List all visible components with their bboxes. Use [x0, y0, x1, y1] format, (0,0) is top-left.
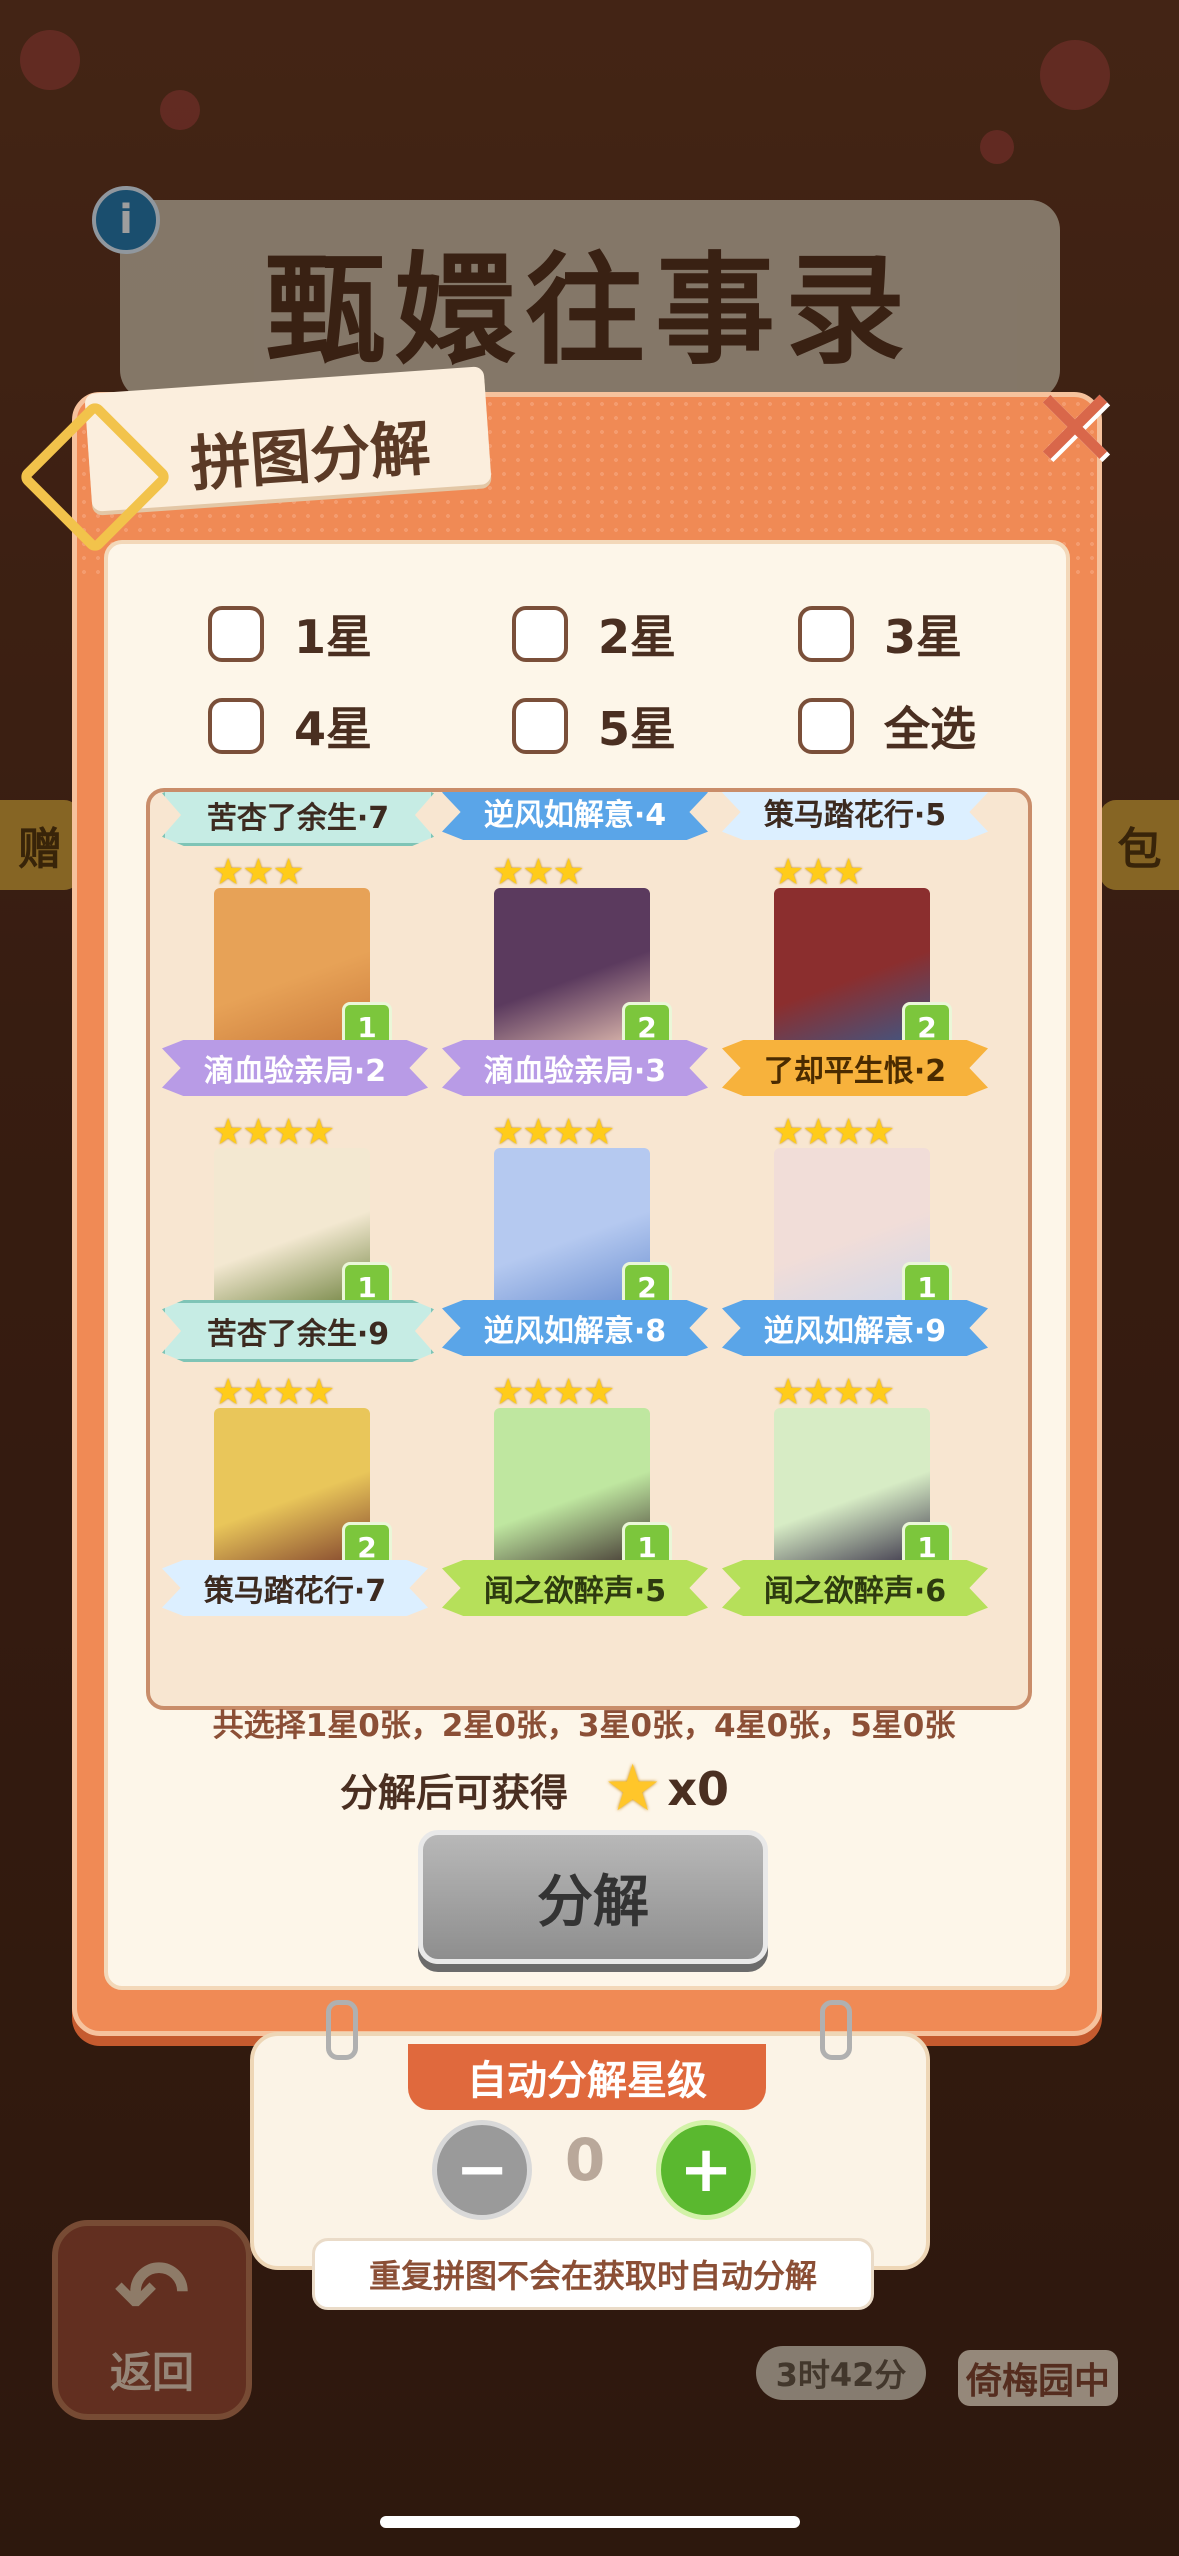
puzzle-piece-card[interactable]: ★★★ 2 滴血验亲局·3: [442, 852, 712, 1112]
puzzle-piece-card[interactable]: ★★★★ 1 苦杏了余生·9: [162, 1112, 434, 1372]
puzzle-piece-card[interactable]: ★★★★ 2 逆风如解意·8: [442, 1112, 712, 1372]
star-rating-icon: ★★★★: [212, 1372, 335, 1413]
home-indicator: [380, 2516, 800, 2528]
filter-checkbox[interactable]: [208, 698, 264, 754]
puzzle-piece-card[interactable]: ★★★★ 1 闻之欲醉声·6: [722, 1372, 992, 1632]
filter-4-star[interactable]: 4星: [208, 694, 372, 758]
filter-label: 5星: [598, 702, 677, 756]
filter-checkbox[interactable]: [512, 606, 568, 662]
filter-label: 全选: [884, 702, 976, 756]
increase-level-button[interactable]: +: [656, 2120, 756, 2220]
star-rating-icon: ★★★★: [772, 1372, 895, 1413]
star-rating-icon: ★★★★: [212, 1112, 335, 1153]
puzzle-piece-card[interactable]: ★★★ 1 滴血验亲局·2: [162, 852, 432, 1112]
filter-checkbox[interactable]: [798, 606, 854, 662]
selection-summary: 共选择1星0张，2星0张，3星0张，4星0张，5星0张: [212, 1708, 956, 1744]
binder-ring-icon: [820, 2000, 852, 2060]
filter-1-star[interactable]: 1星: [208, 602, 372, 666]
piece-name-banner: 逆风如解意·9: [722, 1300, 988, 1356]
reward-multiplier: x0: [667, 1762, 730, 1816]
close-icon: ✕: [1028, 365, 1122, 493]
filter-label: 2星: [598, 610, 677, 664]
filter-checkbox[interactable]: [798, 698, 854, 754]
piece-name-banner: 策马踏花行·7: [162, 1560, 428, 1616]
puzzle-piece-card[interactable]: 苦杏了余生·7: [162, 792, 434, 856]
puzzle-piece-card[interactable]: ★★★ 2 了却平生恨·2: [722, 852, 992, 1112]
piece-name-banner: 策马踏花行·5: [722, 792, 988, 840]
filter-label: 1星: [294, 610, 373, 664]
dialog-title: 拼图分解: [188, 413, 433, 501]
filter-label: 4星: [294, 702, 373, 756]
reward-label: 分解后可获得: [340, 1770, 569, 1815]
star-rating-icon: ★★★: [212, 852, 305, 893]
auto-decompose-tip: 重复拼图不会在获取时自动分解: [312, 2238, 874, 2310]
puzzle-piece-card[interactable]: ★★★★ 1 闻之欲醉声·5: [442, 1372, 712, 1632]
decompose-button[interactable]: 分解: [418, 1830, 768, 1964]
piece-name-banner: 逆风如解意·4: [442, 792, 708, 840]
puzzle-grid[interactable]: 苦杏了余生·7 逆风如解意·4 策马踏花行·5 ★★★ 1 滴血验亲局·2 ★★★ 2 滴血验亲…: [146, 788, 1032, 1710]
binder-ring-icon: [326, 2000, 358, 2060]
piece-name-banner: 苦杏了余生·7: [162, 792, 434, 846]
auto-level-value: 0: [564, 2126, 606, 2194]
star-rating-icon: ★★★★: [772, 1112, 895, 1153]
auto-decompose-header: 自动分解星级: [408, 2044, 766, 2110]
filter-label: 3星: [884, 610, 963, 664]
piece-name-banner: 闻之欲醉声·5: [442, 1560, 708, 1616]
piece-name-banner: 逆风如解意·8: [442, 1300, 708, 1356]
puzzle-piece-card[interactable]: ★★★★ 1 逆风如解意·9: [722, 1112, 992, 1372]
puzzle-piece-card[interactable]: ★★★★ 2 策马踏花行·7: [162, 1372, 432, 1632]
filter-5-star[interactable]: 5星: [512, 694, 676, 758]
piece-name-banner: 滴血验亲局·3: [442, 1040, 708, 1096]
decrease-level-button[interactable]: −: [432, 2120, 532, 2220]
star-rating-icon: ★★★★: [492, 1112, 615, 1153]
piece-name-banner: 苦杏了余生·9: [162, 1300, 434, 1362]
piece-name-banner: 滴血验亲局·2: [162, 1040, 428, 1096]
puzzle-piece-card[interactable]: 策马踏花行·5: [722, 792, 992, 856]
star-rating-icon: ★★★★: [492, 1372, 615, 1413]
piece-name-banner: 闻之欲醉声·6: [722, 1560, 988, 1616]
star-rating-icon: ★★★: [492, 852, 585, 893]
filter-2-star[interactable]: 2星: [512, 602, 676, 666]
filter-checkbox[interactable]: [208, 606, 264, 662]
close-button[interactable]: ✕: [1028, 365, 1122, 493]
filter-select-all[interactable]: 全选: [798, 694, 976, 758]
puzzle-piece-card[interactable]: 逆风如解意·4: [442, 792, 712, 856]
piece-name-banner: 了却平生恨·2: [722, 1040, 988, 1096]
star-icon: ★: [604, 1752, 662, 1826]
filter-3-star[interactable]: 3星: [798, 602, 962, 666]
reward-row: 分解后可获得 ★ x0: [340, 1752, 729, 1826]
filter-checkbox[interactable]: [512, 698, 568, 754]
star-rating-icon: ★★★: [772, 852, 865, 893]
